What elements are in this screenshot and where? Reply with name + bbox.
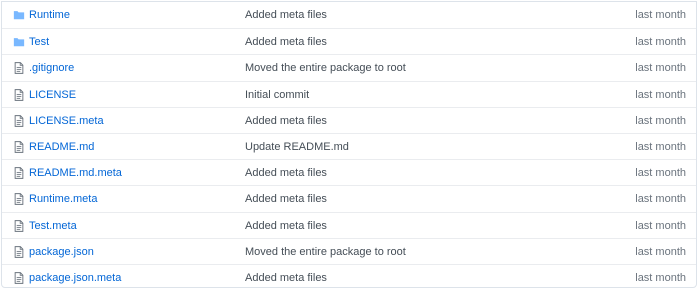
file-name-link[interactable]: Test (29, 36, 49, 48)
commit-message-link[interactable]: Added meta files (245, 9, 327, 21)
file-name-link[interactable]: LICENSE (29, 89, 76, 101)
commit-message-link[interactable]: Initial commit (245, 89, 309, 101)
commit-age: last month (635, 245, 686, 258)
file-row: package.json.meta Added meta files last mo… (2, 263, 696, 290)
commit-age: last month (635, 271, 686, 284)
file-icon (13, 167, 25, 179)
file-icon (13, 272, 25, 284)
commit-age: last month (635, 219, 686, 232)
commit-message-link[interactable]: Added meta files (245, 167, 327, 179)
commit-age: last month (635, 193, 686, 206)
commit-message-link[interactable]: Added meta files (245, 36, 327, 48)
commit-message-link[interactable]: Update README.md (245, 141, 349, 153)
commit-message-link[interactable]: Moved the entire package to root (245, 62, 406, 74)
file-name-link[interactable]: package.json (29, 246, 94, 258)
file-icon (13, 219, 25, 232)
folder-icon (13, 9, 25, 21)
file-row: Runtime.meta Added meta files last month (2, 185, 696, 211)
file-icon (13, 141, 25, 153)
commit-age: last month (635, 167, 686, 180)
file-icon (13, 88, 25, 101)
file-name-link[interactable]: .gitignore (29, 62, 74, 74)
commit-message-link[interactable]: Added meta files (245, 193, 327, 205)
file-name-link[interactable]: Runtime.meta (29, 193, 97, 205)
file-row: README.md.meta Added meta files last month (2, 159, 696, 185)
commit-message-link[interactable]: Added meta files (245, 220, 327, 232)
commit-message-link[interactable]: Added meta files (245, 272, 327, 284)
file-row: Runtime Added meta files last month (2, 2, 696, 28)
file-row: Test.meta Added meta files last month (2, 211, 696, 238)
commit-message-link[interactable]: Moved the entire package to root (245, 246, 406, 258)
file-row: README.md Update README.md last month (2, 132, 696, 159)
file-name-link[interactable]: README.md (29, 141, 94, 153)
file-row: package.json Moved the entire package to … (2, 237, 696, 264)
folder-icon (13, 36, 25, 48)
file-name-link[interactable]: LICENSE.meta (29, 115, 104, 127)
file-icon (13, 245, 25, 258)
commit-age: last month (635, 114, 686, 127)
file-row: LICENSE.meta Added meta files last month (2, 106, 696, 133)
commit-age: last month (635, 9, 686, 21)
file-row: .gitignore Moved the entire package to ro… (2, 54, 696, 80)
commit-age: last month (635, 36, 686, 49)
file-name-link[interactable]: Test.meta (29, 220, 77, 232)
commit-age: last month (635, 88, 686, 101)
file-name-link[interactable]: Runtime (29, 9, 70, 21)
file-icon (13, 114, 25, 127)
file-row: LICENSE Initial commit last month (2, 80, 696, 107)
file-row: Test Added meta files last month (2, 28, 696, 54)
file-icon (13, 62, 25, 75)
commit-age: last month (635, 140, 686, 153)
file-list-table: Runtime Added meta files last month Test Add… (1, 1, 697, 288)
file-name-link[interactable]: package.json.meta (29, 272, 121, 284)
commit-age: last month (635, 62, 686, 75)
file-icon (13, 193, 25, 206)
commit-message-link[interactable]: Added meta files (245, 115, 327, 127)
file-name-link[interactable]: README.md.meta (29, 167, 122, 179)
